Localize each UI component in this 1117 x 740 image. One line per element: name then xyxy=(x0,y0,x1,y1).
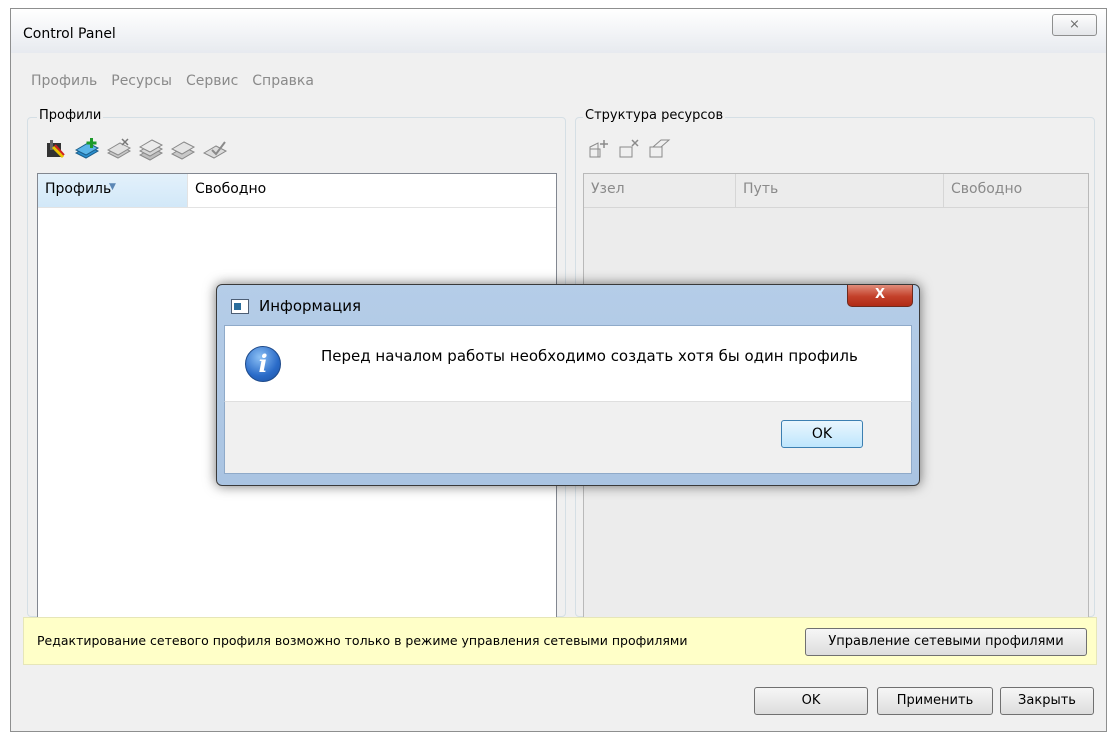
title-bar: Control Panel ⨯ xyxy=(11,9,1106,53)
column-label: Свободно xyxy=(951,181,1023,197)
column-header-free[interactable]: Свободно xyxy=(944,174,1088,207)
check-profile-icon[interactable] xyxy=(202,137,228,161)
dialog-footer: OK xyxy=(224,401,912,474)
delete-node-icon[interactable] xyxy=(617,137,643,161)
column-header-path[interactable]: Путь xyxy=(736,174,944,207)
add-profile-icon[interactable] xyxy=(74,137,100,161)
profiles-table-header: ▼ Профиль Свободно xyxy=(38,174,556,208)
menu-resources[interactable]: Ресурсы xyxy=(111,73,172,95)
resources-table-header: Узел Путь Свободно xyxy=(584,174,1088,208)
ok-button[interactable]: OK xyxy=(754,687,868,715)
menu-help[interactable]: Справка xyxy=(252,73,314,95)
info-icon: i xyxy=(245,346,281,382)
edit-profile-icon[interactable] xyxy=(170,137,196,161)
profiles-toolbar xyxy=(42,137,228,161)
window-title: Control Panel xyxy=(23,26,116,42)
information-dialog: Информация X i Перед началом работы необ… xyxy=(216,284,920,486)
dialog-message: Перед началом работы необходимо создать … xyxy=(321,347,858,365)
dialog-body: i Перед началом работы необходимо создат… xyxy=(224,325,912,401)
apply-button[interactable]: Применить xyxy=(877,687,993,715)
manage-network-profiles-button[interactable]: Управление сетевыми профилями xyxy=(805,628,1087,656)
column-label: Узел xyxy=(591,181,625,197)
delete-profile-icon[interactable] xyxy=(106,137,132,161)
column-header-profile[interactable]: ▼ Профиль xyxy=(38,174,188,207)
close-button[interactable]: Закрыть xyxy=(1000,687,1094,715)
column-label: Путь xyxy=(743,181,779,197)
column-header-node[interactable]: Узел xyxy=(584,174,736,207)
column-header-free[interactable]: Свободно xyxy=(188,174,556,207)
add-node-icon[interactable] xyxy=(587,137,613,161)
dialog-ok-button[interactable]: OK xyxy=(781,420,863,448)
profiles-group-label: Профили xyxy=(37,108,104,123)
edit-node-icon[interactable] xyxy=(647,137,673,161)
menu-profile[interactable]: Профиль xyxy=(31,73,97,95)
copy-profile-icon[interactable] xyxy=(138,137,164,161)
dialog-close-button[interactable]: X xyxy=(847,285,913,307)
window-close-button[interactable]: ⨯ xyxy=(1052,14,1097,36)
column-label: Профиль xyxy=(45,181,112,197)
menu-service[interactable]: Сервис xyxy=(186,73,238,95)
menu-bar: Профиль Ресурсы Сервис Справка xyxy=(31,73,314,95)
resources-group-label: Структура ресурсов xyxy=(583,108,726,123)
network-profile-infobar: Редактирование сетевого профиля возможно… xyxy=(23,617,1097,665)
dialog-app-icon xyxy=(231,299,249,314)
resources-toolbar xyxy=(587,137,673,161)
profile-settings-icon[interactable] xyxy=(42,137,68,161)
infobar-message: Редактирование сетевого профиля возможно… xyxy=(37,633,688,648)
dialog-title: Информация xyxy=(259,297,362,315)
sort-down-icon: ▼ xyxy=(109,182,116,192)
column-label: Свободно xyxy=(195,181,267,197)
